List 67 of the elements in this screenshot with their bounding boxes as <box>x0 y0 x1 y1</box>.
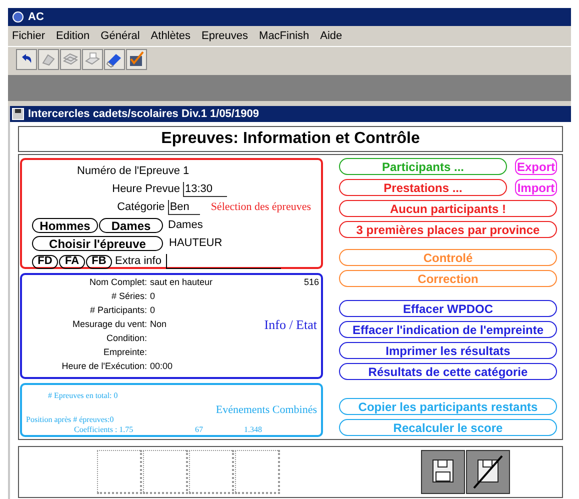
printer-icon[interactable] <box>82 49 103 70</box>
small-button[interactable]: FB <box>86 254 112 268</box>
action-button[interactable]: Résultats de cette catégorie <box>339 363 557 380</box>
gender-button[interactable]: Hommes <box>32 218 98 233</box>
stack-icon[interactable] <box>60 49 81 70</box>
section-caption: Info / Etat <box>264 316 317 334</box>
info-label: # Séries: <box>110 290 147 304</box>
app-icon <box>12 11 24 23</box>
info-label: Nom Complet: <box>88 276 147 290</box>
app-title: AC <box>28 10 44 25</box>
undo-icon[interactable] <box>16 49 37 70</box>
gender-value: Dames <box>168 218 203 234</box>
floppy-icon <box>12 108 24 120</box>
action-button[interactable]: 3 premières places par province <box>339 221 557 238</box>
time-field[interactable]: 13:30 <box>183 182 227 197</box>
info-label: Condition: <box>105 332 147 346</box>
menu-item[interactable]: Fichier <box>12 28 46 44</box>
action-button[interactable]: Effacer l'indication de l'empreinte <box>339 321 557 338</box>
choose-event-button[interactable]: Choisir l'épreuve <box>32 236 163 251</box>
field-label: Catégorie <box>116 200 165 216</box>
category-field[interactable]: Ben <box>168 200 200 215</box>
info-label: Empreinte: <box>102 346 147 360</box>
menu-item[interactable]: Aide <box>320 28 342 44</box>
position-text: Position après # épreuves:0 <box>26 414 114 426</box>
info-value: 00:00 <box>150 360 173 374</box>
info-value: saut en hauteur <box>150 276 213 290</box>
extra-info-field[interactable] <box>166 254 282 269</box>
gender-button[interactable]: Dames <box>99 218 163 233</box>
blank-button[interactable] <box>189 450 234 494</box>
info-value: 0 <box>150 290 156 304</box>
field-label: Extra info <box>115 254 162 270</box>
record-number: 516 <box>304 276 319 289</box>
coefficient-text: 67 <box>195 424 203 436</box>
action-button[interactable]: Prestations ... <box>339 179 507 196</box>
action-button[interactable]: Effacer WPDOC <box>339 300 557 317</box>
blank-button[interactable] <box>143 450 188 494</box>
menu-item[interactable]: MacFinish <box>259 28 310 44</box>
checklist-icon[interactable] <box>126 49 147 70</box>
discard-save-icon[interactable] <box>466 450 510 494</box>
blank-button[interactable] <box>235 450 280 494</box>
section-caption: Evénements Combinés <box>216 402 317 418</box>
menu-item[interactable]: Athlètes <box>150 28 191 44</box>
menu-item[interactable]: Epreuves <box>202 28 248 44</box>
info-value: Non <box>150 318 167 332</box>
info-value: 0 <box>150 304 156 318</box>
menu-item[interactable]: Général <box>100 28 140 44</box>
eraser-icon[interactable] <box>104 49 125 70</box>
small-button[interactable]: FA <box>59 254 85 268</box>
blank-button[interactable] <box>97 450 142 494</box>
save-icon[interactable] <box>421 450 465 494</box>
action-button[interactable]: Imprimer les résultats <box>339 342 557 359</box>
field-value: 1 <box>183 164 190 180</box>
section-caption: Sélection des épreuves <box>210 200 311 216</box>
total-events-text: # Epreuves en total: 0 <box>48 390 118 402</box>
event-value: HAUTEUR <box>169 236 222 252</box>
document-title: Intercercles cadets/scolaires Div.1 1/05/1909 <box>28 106 259 122</box>
action-button[interactable]: Aucun participants ! <box>339 200 557 217</box>
menu-item[interactable]: Edition <box>56 28 90 44</box>
info-label: Heure de l'Exécution: <box>60 360 147 374</box>
coefficient-text: Coefficients : 1.75 <box>74 424 134 436</box>
info-label: # Participants: <box>88 304 147 318</box>
coefficient-text: 1.348 <box>244 424 262 436</box>
page-heading: Epreuves: Information et Contrôle <box>161 129 420 149</box>
info-label: Mesurage du vent: <box>71 318 147 332</box>
small-button[interactable]: FD <box>32 254 58 268</box>
field-label: Heure Prevue <box>111 182 180 198</box>
field-label: Numéro de l'Epreuve <box>76 164 180 180</box>
